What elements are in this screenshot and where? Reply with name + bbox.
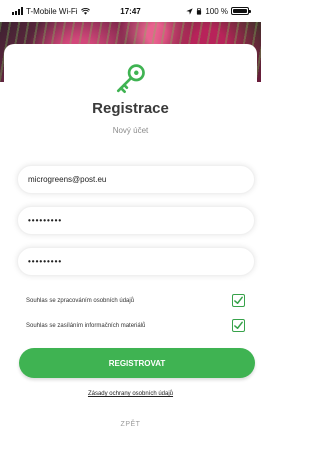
status-right: 100 % xyxy=(186,6,251,16)
checkmark-icon xyxy=(234,296,243,304)
email-field[interactable]: microgreens@post.eu xyxy=(17,165,255,194)
location-icon xyxy=(186,7,193,15)
register-button[interactable]: REGISTROVAT xyxy=(19,348,255,378)
status-left: T-Mobile Wi-Fi xyxy=(12,7,90,16)
status-bar: T-Mobile Wi-Fi 17:47 100 % xyxy=(0,0,261,22)
consent-marketing-checkbox[interactable] xyxy=(232,319,245,332)
alarm-icon xyxy=(197,7,202,15)
privacy-policy-link[interactable]: Zásady ochrany osobních údajů xyxy=(4,391,257,397)
password-field[interactable]: ••••••••• xyxy=(17,206,255,235)
consent-marketing: Souhlas se zasíláním informačních materi… xyxy=(26,319,245,332)
password-confirm-field[interactable]: ••••••••• xyxy=(17,247,255,276)
page-title: Registrace xyxy=(92,100,169,117)
carrier-text: T-Mobile Wi-Fi xyxy=(26,6,78,16)
consent-personal-data: Souhlas se zpracováním osobních údajů xyxy=(26,294,245,307)
battery-icon xyxy=(231,7,251,15)
signal-icon xyxy=(12,7,23,15)
wifi-icon xyxy=(80,7,90,15)
consent-personal-data-checkbox[interactable] xyxy=(232,294,245,307)
password-value: ••••••••• xyxy=(28,216,63,225)
battery-percent: 100 % xyxy=(205,6,228,16)
consent-marketing-label: Souhlas se zasíláním informačních materi… xyxy=(26,322,146,329)
back-button[interactable]: ZPĚT xyxy=(4,421,257,428)
password-confirm-value: ••••••••• xyxy=(28,257,63,266)
checkmark-icon xyxy=(234,321,243,329)
page-subtitle: Nový účet xyxy=(112,126,149,135)
consent-personal-data-label: Souhlas se zpracováním osobních údajů xyxy=(26,297,135,304)
email-value: microgreens@post.eu xyxy=(28,175,107,184)
registration-card: Registrace Nový účet microgreens@post.eu… xyxy=(4,44,257,459)
key-icon xyxy=(116,64,145,94)
